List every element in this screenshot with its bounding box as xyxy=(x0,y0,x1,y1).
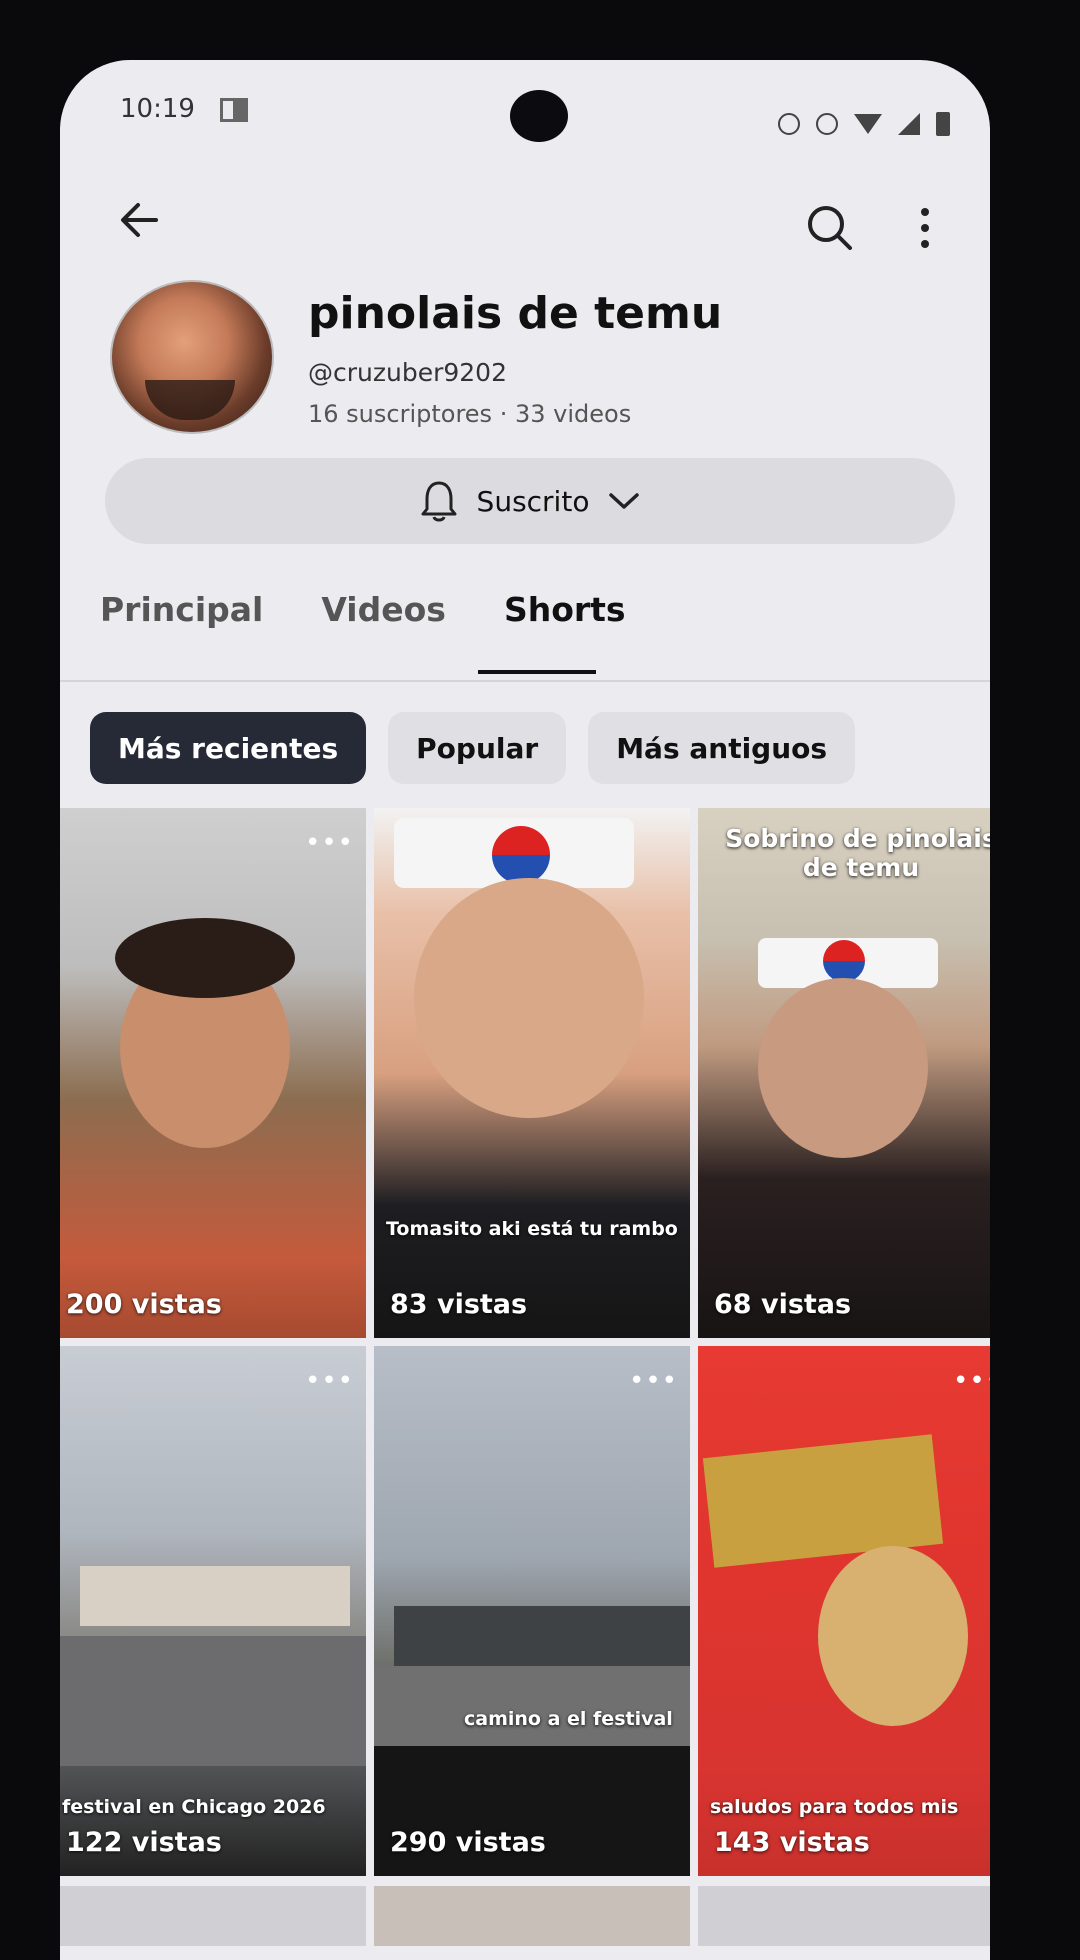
thumbnail-hair xyxy=(115,918,295,998)
short-thumbnail[interactable]: ••• festival en Chicago 2026 122 vistas xyxy=(60,1346,366,1876)
more-horiz-icon[interactable]: ••• xyxy=(953,1366,990,1396)
arrow-left-icon[interactable] xyxy=(110,190,170,250)
short-thumbnail[interactable]: Sobrino de pinolais de temu 68 vistas xyxy=(698,808,990,1338)
status-time: 10:19 xyxy=(120,94,195,124)
bear-graphic xyxy=(818,1546,968,1726)
phone-screen: 10:19 pinolais de temu @cruzuber9202 16 xyxy=(60,60,990,1960)
view-count: 68 vistas xyxy=(714,1289,852,1320)
tab-shorts[interactable]: Shorts xyxy=(504,590,626,629)
tab-principal[interactable]: Principal xyxy=(100,590,263,629)
wifi-icon xyxy=(854,114,882,134)
notification-icon xyxy=(220,98,248,122)
front-camera xyxy=(510,90,568,142)
road xyxy=(60,1636,366,1766)
search-icon[interactable] xyxy=(800,198,860,258)
stats-separator: · xyxy=(499,400,508,428)
chevron-down-icon xyxy=(609,493,640,509)
bell-icon xyxy=(421,481,457,522)
view-count: 200 vistas xyxy=(66,1289,222,1320)
thumbnail-title: Sobrino de pinolais de temu xyxy=(725,824,990,882)
tabs-divider xyxy=(60,680,990,682)
short-thumbnail-partial[interactable] xyxy=(374,1886,690,1946)
subscribe-label: Suscrito xyxy=(476,484,590,518)
view-count: 290 vistas xyxy=(390,1827,546,1858)
road xyxy=(374,1666,690,1746)
video-count: 33 videos xyxy=(514,400,632,428)
overlay-caption: camino a el festival xyxy=(464,1708,673,1730)
channel-tabs: Principal Videos Shorts xyxy=(100,590,626,629)
thumbnail-subject xyxy=(758,978,928,1158)
status-icons xyxy=(778,112,950,136)
status-bar: 10:19 xyxy=(60,60,990,160)
thumbnail-subject xyxy=(414,878,644,1118)
short-thumbnail-partial[interactable] xyxy=(60,1886,366,1946)
overlay-caption: saludos para todos mis xyxy=(710,1796,959,1818)
signal-icon xyxy=(898,113,920,135)
more-vert-icon[interactable] xyxy=(910,198,940,258)
subscribe-button[interactable]: Suscrito xyxy=(105,458,955,544)
view-count: 83 vistas xyxy=(390,1289,528,1320)
chip-popular[interactable]: Popular xyxy=(388,712,567,784)
subscriber-count: 16 suscriptores xyxy=(308,400,493,428)
short-thumbnail[interactable]: ••• 200 vistas xyxy=(60,808,366,1338)
short-thumbnail-partial[interactable] xyxy=(698,1886,990,1946)
channel-stats: 16 suscriptores · 33 videos xyxy=(308,400,631,428)
view-count: 122 vistas xyxy=(66,1827,222,1858)
more-horiz-icon[interactable]: ••• xyxy=(629,1366,678,1396)
data-saver-icon xyxy=(778,113,800,135)
short-thumbnail[interactable]: ••• camino a el festival 290 vistas xyxy=(374,1346,690,1876)
overlay-caption: Tomasito aki está tu rambo xyxy=(386,1218,678,1240)
fence xyxy=(394,1606,690,1666)
more-horiz-icon[interactable]: ••• xyxy=(305,1366,354,1396)
chip-mas-recientes[interactable]: Más recientes xyxy=(90,712,367,784)
overlay-caption: festival en Chicago 2026 xyxy=(62,1796,326,1818)
building xyxy=(80,1566,350,1626)
filter-chips: Más recientes Popular Más antiguos xyxy=(90,712,856,784)
flag-emblem-icon xyxy=(823,940,865,982)
short-thumbnail[interactable]: ••• saludos para todos mis 143 vistas xyxy=(698,1346,990,1876)
top-app-bar xyxy=(60,170,990,260)
channel-handle: @cruzuber9202 xyxy=(308,358,507,387)
channel-name: pinolais de temu xyxy=(308,288,723,339)
do-not-disturb-icon xyxy=(816,113,838,135)
tab-videos[interactable]: Videos xyxy=(321,590,446,629)
chip-mas-antiguos[interactable]: Más antiguos xyxy=(588,712,856,784)
short-thumbnail[interactable]: Tomasito aki está tu rambo 83 vistas xyxy=(374,808,690,1338)
battery-icon xyxy=(936,112,950,136)
view-count: 143 vistas xyxy=(714,1827,870,1858)
active-tab-indicator xyxy=(478,670,596,674)
flag-emblem-icon xyxy=(492,826,550,884)
more-horiz-icon[interactable]: ••• xyxy=(305,828,354,858)
